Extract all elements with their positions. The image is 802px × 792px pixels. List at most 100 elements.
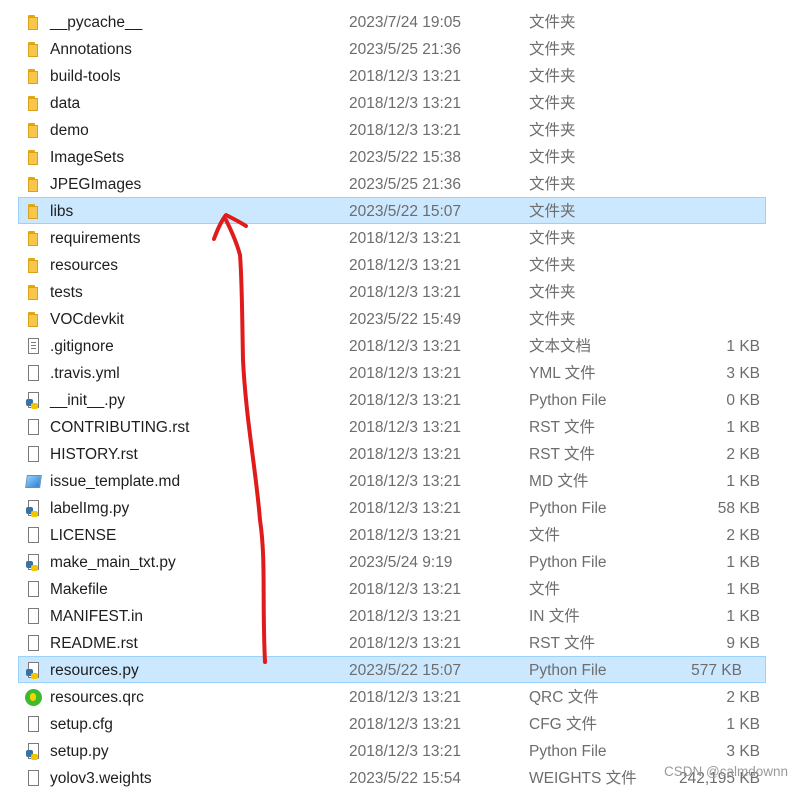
- python-file-icon: [25, 554, 42, 571]
- file-type: 文件夹: [529, 176, 576, 193]
- file-type: 文件夹: [529, 95, 576, 112]
- file-size: 1 KB: [726, 473, 760, 490]
- file-icon: [25, 446, 42, 463]
- file-modified-date: 2018/12/3 13:21: [349, 392, 462, 409]
- python-file-icon: [25, 662, 42, 679]
- file-icon: [25, 716, 42, 733]
- file-name: demo: [50, 122, 89, 139]
- file-modified-date: 2018/12/3 13:21: [349, 581, 462, 598]
- file-row[interactable]: README.rst 2018/12/3 13:21 RST 文件 9 KB: [0, 629, 802, 656]
- file-type: Python File: [529, 500, 607, 517]
- file-row[interactable]: CONTRIBUTING.rst 2018/12/3 13:21 RST 文件 1 K…: [0, 413, 802, 440]
- file-name: setup.py: [50, 743, 109, 760]
- file-type: 文件夹: [529, 68, 576, 85]
- file-type: 文件夹: [529, 284, 576, 301]
- file-icon: [25, 770, 42, 787]
- folder-icon: [25, 203, 42, 220]
- file-row[interactable]: __init__.py 2018/12/3 13:21 Python File 0 K…: [0, 386, 802, 413]
- file-size: 1 KB: [726, 338, 760, 355]
- folder-icon: [25, 284, 42, 301]
- file-name: CONTRIBUTING.rst: [50, 419, 190, 436]
- file-modified-date: 2018/12/3 13:21: [349, 230, 462, 247]
- file-row[interactable]: libs 2023/5/22 15:07 文件夹: [18, 197, 766, 224]
- folder-icon: [25, 14, 42, 31]
- python-file-icon: [25, 500, 42, 517]
- file-row[interactable]: demo 2018/12/3 13:21 文件夹: [0, 116, 802, 143]
- file-size: 9 KB: [726, 635, 760, 652]
- file-row[interactable]: __pycache__ 2023/7/24 19:05 文件夹: [0, 8, 802, 35]
- file-modified-date: 2018/12/3 13:21: [349, 365, 462, 382]
- file-name: resources.qrc: [50, 689, 144, 706]
- file-row[interactable]: requirements 2018/12/3 13:21 文件夹: [0, 224, 802, 251]
- file-size: 1 KB: [726, 716, 760, 733]
- file-row[interactable]: VOCdevkit 2023/5/22 15:49 文件夹: [0, 305, 802, 332]
- file-modified-date: 2018/12/3 13:21: [349, 338, 462, 355]
- file-size: 1 KB: [726, 581, 760, 598]
- file-row[interactable]: .travis.yml 2018/12/3 13:21 YML 文件 3 KB: [0, 359, 802, 386]
- python-file-icon: [25, 743, 42, 760]
- folder-icon: [25, 230, 42, 247]
- file-row[interactable]: setup.cfg 2018/12/3 13:21 CFG 文件 1 KB: [0, 710, 802, 737]
- file-row[interactable]: labelImg.py 2018/12/3 13:21 Python File 58 …: [0, 494, 802, 521]
- file-row[interactable]: LICENSE 2018/12/3 13:21 文件 2 KB: [0, 521, 802, 548]
- file-modified-date: 2018/12/3 13:21: [349, 95, 462, 112]
- file-name: resources.py: [50, 662, 139, 679]
- file-size: 577 KB: [691, 662, 742, 679]
- file-type: 文件夹: [529, 122, 576, 139]
- file-row[interactable]: ImageSets 2023/5/22 15:38 文件夹: [0, 143, 802, 170]
- file-row[interactable]: resources.py 2023/5/22 15:07 Python File 57…: [18, 656, 766, 683]
- file-row[interactable]: make_main_txt.py 2023/5/24 9:19 Python Fil…: [0, 548, 802, 575]
- file-row[interactable]: Makefile 2018/12/3 13:21 文件 1 KB: [0, 575, 802, 602]
- file-row[interactable]: data 2018/12/3 13:21 文件夹: [0, 89, 802, 116]
- file-icon: [25, 581, 42, 598]
- python-file-icon: [25, 392, 42, 409]
- file-name: LICENSE: [50, 527, 117, 544]
- folder-icon: [25, 122, 42, 139]
- file-type: RST 文件: [529, 635, 596, 652]
- file-name: resources: [50, 257, 119, 274]
- file-icon: [25, 527, 42, 544]
- file-icon: [25, 608, 42, 625]
- file-type: QRC 文件: [529, 689, 599, 706]
- file-modified-date: 2023/5/25 21:36: [349, 41, 462, 58]
- file-modified-date: 2018/12/3 13:21: [349, 608, 462, 625]
- file-type: Python File: [529, 743, 607, 760]
- file-name: Annotations: [50, 41, 132, 58]
- file-type: WEIGHTS 文件: [529, 770, 637, 787]
- file-modified-date: 2018/12/3 13:21: [349, 473, 462, 490]
- file-name: labelImg.py: [50, 500, 130, 517]
- file-name: libs: [50, 203, 74, 220]
- file-row[interactable]: .gitignore 2018/12/3 13:21 文本文档 1 KB: [0, 332, 802, 359]
- file-row[interactable]: resources.qrc 2018/12/3 13:21 QRC 文件 2 KB: [0, 683, 802, 710]
- file-name: issue_template.md: [50, 473, 181, 490]
- file-type: 文件: [529, 581, 561, 598]
- folder-icon: [25, 149, 42, 166]
- file-size: 3 KB: [726, 365, 760, 382]
- file-row[interactable]: HISTORY.rst 2018/12/3 13:21 RST 文件 2 KB: [0, 440, 802, 467]
- text-file-icon: [25, 338, 42, 355]
- file-modified-date: 2018/12/3 13:21: [349, 689, 462, 706]
- file-row[interactable]: build-tools 2018/12/3 13:21 文件夹: [0, 62, 802, 89]
- file-row[interactable]: tests 2018/12/3 13:21 文件夹: [0, 278, 802, 305]
- file-name: __init__.py: [50, 392, 125, 409]
- file-modified-date: 2018/12/3 13:21: [349, 68, 462, 85]
- file-name: __pycache__: [50, 14, 143, 31]
- file-type: 文件夹: [529, 311, 576, 328]
- file-row[interactable]: resources 2018/12/3 13:21 文件夹: [0, 251, 802, 278]
- file-row[interactable]: setup.py 2018/12/3 13:21 Python File 3 KB: [0, 737, 802, 764]
- file-row[interactable]: JPEGImages 2023/5/25 21:36 文件夹: [0, 170, 802, 197]
- file-row[interactable]: MANIFEST.in 2018/12/3 13:21 IN 文件 1 KB: [0, 602, 802, 629]
- file-name: requirements: [50, 230, 141, 247]
- file-list: __pycache__ 2023/7/24 19:05 文件夹 Annotations…: [0, 8, 802, 791]
- file-row[interactable]: issue_template.md 2018/12/3 13:21 MD 文件 1 K…: [0, 467, 802, 494]
- file-row[interactable]: Annotations 2023/5/25 21:36 文件夹: [0, 35, 802, 62]
- markdown-file-icon: [25, 473, 42, 490]
- file-modified-date: 2023/5/22 15:54: [349, 770, 462, 787]
- watermark: CSDN @calmdownn: [664, 764, 788, 779]
- file-modified-date: 2018/12/3 13:21: [349, 419, 462, 436]
- file-name: VOCdevkit: [50, 311, 125, 328]
- file-size: 0 KB: [726, 392, 760, 409]
- file-modified-date: 2018/12/3 13:21: [349, 284, 462, 301]
- file-modified-date: 2018/12/3 13:21: [349, 257, 462, 274]
- file-modified-date: 2018/12/3 13:21: [349, 500, 462, 517]
